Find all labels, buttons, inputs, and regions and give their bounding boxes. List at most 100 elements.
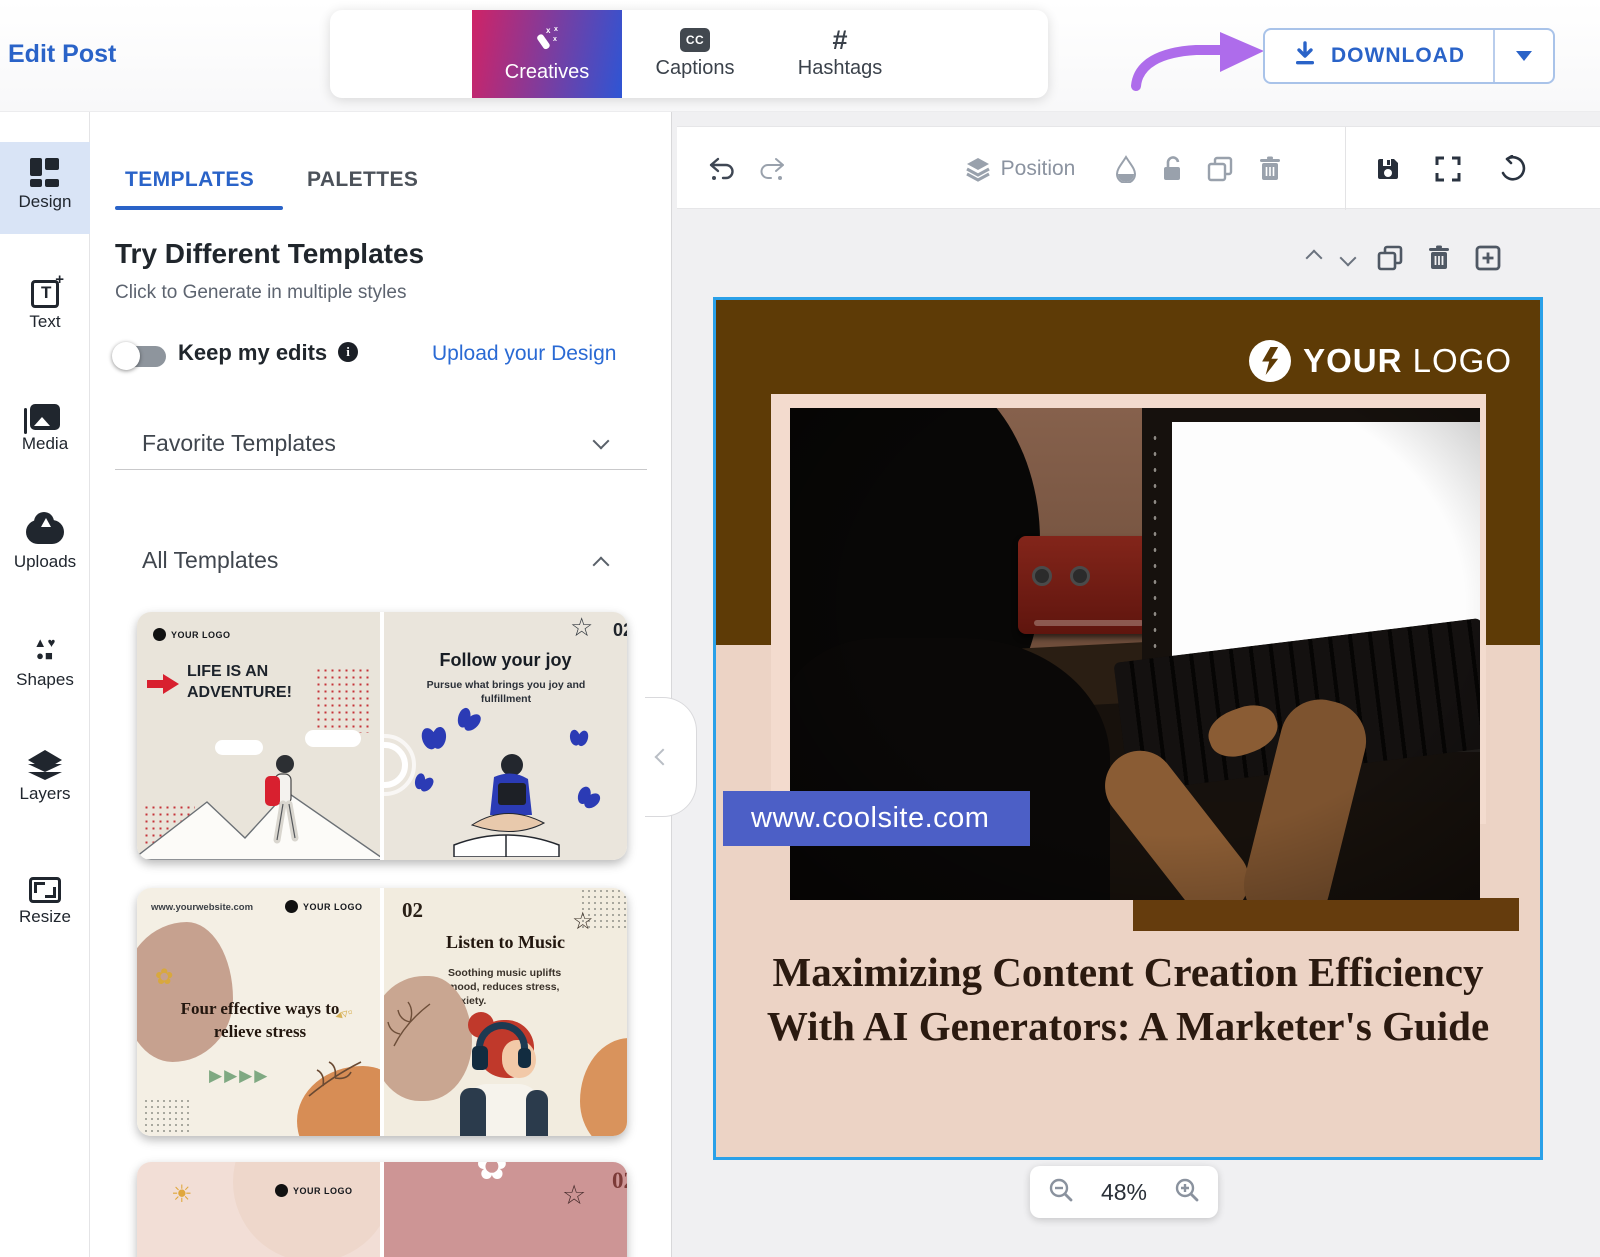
download-button[interactable]: DOWNLOAD (1263, 28, 1555, 84)
sidebar-item-label: Uploads (0, 552, 90, 572)
edit-post-link[interactable]: Edit Post (8, 40, 116, 69)
reader-butterflies-illustration (394, 707, 619, 857)
hiker-illustration (255, 752, 315, 857)
sidebar-item-design[interactable]: Design (0, 142, 90, 234)
sidebar-item-label: Layers (0, 784, 90, 804)
sidebar-item-text[interactable]: Text (0, 262, 90, 354)
template3-left: ☀ YOUR LOGO (137, 1162, 380, 1257)
download-main[interactable]: DOWNLOAD (1265, 30, 1493, 82)
mode-tab-bar: x x x Creatives CC Captions # Hashtags (330, 10, 1048, 98)
template-website: www.yourwebsite.com (151, 902, 253, 913)
redo-button[interactable] (749, 127, 795, 210)
upload-design-link[interactable]: Upload your Design (432, 342, 616, 366)
favorites-section-header[interactable]: Favorite Templates (142, 430, 336, 457)
shapes-icon: ▲♥●■ (0, 620, 90, 666)
dot-pattern (143, 1098, 193, 1132)
sidebar-item-uploads[interactable]: Uploads (0, 502, 90, 594)
template-thumbnail-3[interactable]: ☀ YOUR LOGO ✿ ☆ 02 (137, 1162, 627, 1257)
template-number: 02 (613, 620, 627, 641)
reset-button[interactable] (1489, 127, 1535, 210)
zoom-control: 48% (1030, 1166, 1218, 1218)
sidebar-item-shapes[interactable]: ▲♥●■ Shapes (0, 620, 90, 712)
design-logo: YOUR LOGO (1249, 340, 1512, 382)
chevron-down-icon[interactable] (593, 433, 610, 450)
delete-page-icon[interactable] (1426, 244, 1452, 272)
circle-shape (233, 1162, 380, 1257)
tab-hashtags[interactable]: # Hashtags (770, 10, 910, 98)
svg-text:x: x (554, 26, 558, 33)
lightning-bolt-icon (1249, 340, 1291, 382)
info-icon[interactable]: i (338, 342, 358, 362)
template2-left: www.yourwebsite.com YOUR LOGO ✿ ◂▿▫ Four… (137, 888, 380, 1136)
download-label: DOWNLOAD (1331, 44, 1465, 68)
position-button[interactable]: Position (955, 127, 1085, 210)
panel-subheading: Click to Generate in multiple styles (115, 282, 406, 304)
move-up-icon[interactable] (1306, 250, 1323, 267)
sidebar-item-label: Design (0, 192, 90, 212)
sidebar-item-resize[interactable]: Resize (0, 857, 90, 949)
chevron-down-icon (1516, 51, 1532, 61)
template-number: 02 (402, 898, 423, 923)
fullscreen-button[interactable] (1425, 127, 1471, 210)
green-chevrons: ▶▶▶▶ (209, 1066, 269, 1086)
tab-templates[interactable]: TEMPLATES (125, 168, 254, 192)
photo-accent-rect (1133, 898, 1519, 931)
panel-heading: Try Different Templates (115, 238, 424, 270)
star-icon: ☆ (572, 910, 594, 934)
chevron-up-icon[interactable] (593, 557, 610, 574)
zoom-level: 48% (1101, 1179, 1147, 1206)
resize-icon (0, 857, 90, 903)
media-image-icon (0, 384, 90, 430)
keep-edits-label: Keep my edits (178, 340, 327, 366)
template1-left: YOUR LOGO LIFE IS AN ADVENTURE! (137, 612, 380, 860)
template-thumbnail-1[interactable]: YOUR LOGO LIFE IS AN ADVENTURE! (137, 612, 627, 860)
save-button[interactable] (1365, 127, 1411, 210)
annotation-arrow (1120, 26, 1270, 92)
toolbar-divider (1345, 127, 1346, 210)
template-logo: YOUR LOGO (285, 900, 363, 913)
color-droplet-button[interactable] (1105, 127, 1147, 210)
unlock-button[interactable] (1151, 127, 1193, 210)
design-title-line1: Maximizing Content Creation Efficiency (716, 948, 1540, 996)
duplicate-page-icon[interactable] (1376, 244, 1404, 272)
zoom-in-button[interactable] (1174, 1177, 1200, 1208)
design-grid-icon (0, 142, 90, 188)
zoom-out-button[interactable] (1048, 1177, 1074, 1208)
sidebar-item-media[interactable]: Media (0, 384, 90, 476)
flower-icon: ✿ (155, 964, 173, 990)
design-canvas[interactable]: YOUR LOGO (713, 297, 1543, 1160)
move-down-icon[interactable] (1340, 250, 1357, 267)
top-bar: Edit Post x x x Creatives CC Captions # … (0, 0, 1600, 112)
template-heading: Follow your joy (384, 650, 627, 671)
sidebar-item-label: Resize (0, 907, 90, 927)
download-dropdown-button[interactable] (1495, 30, 1553, 82)
main-area: Design Text Media Uploads ▲♥●■ Shapes La… (0, 112, 1600, 1257)
undo-button[interactable] (699, 127, 745, 210)
cloud-upload-icon (0, 502, 90, 548)
section-divider (115, 469, 647, 470)
add-page-icon[interactable] (1474, 244, 1502, 272)
svg-text:x: x (553, 36, 557, 43)
duplicate-button[interactable] (1199, 127, 1241, 210)
tab-captions[interactable]: CC Captions (630, 10, 760, 98)
template-thumbnail-2[interactable]: www.yourwebsite.com YOUR LOGO ✿ ◂▿▫ Four… (137, 888, 627, 1136)
templates-panel: TEMPLATES PALETTES Try Different Templat… (90, 112, 672, 1257)
sidebar-item-label: Media (0, 434, 90, 454)
sidebar-item-layers[interactable]: Layers (0, 734, 90, 826)
sun-icon: ☀ (171, 1180, 193, 1209)
tab-creatives[interactable]: x x x Creatives (472, 10, 622, 98)
template2-right: 02 ☆ Listen to Music Soothing music upli… (384, 888, 627, 1136)
download-icon (1293, 41, 1317, 72)
template-number: 02 (612, 1168, 627, 1194)
keep-edits-toggle[interactable] (112, 342, 140, 370)
cloud-shape (305, 730, 361, 747)
magic-wand-icon: x x x (534, 25, 560, 56)
tab-palettes[interactable]: PALETTES (307, 168, 418, 192)
delete-button[interactable] (1249, 127, 1291, 210)
all-templates-section-header[interactable]: All Templates (142, 547, 278, 574)
panel-collapse-handle[interactable] (645, 697, 697, 817)
blob-shape (580, 1038, 627, 1136)
all-templates-label: All Templates (142, 547, 278, 573)
template1-right: ☆ 02 Follow your joy Pursue what brings … (384, 612, 627, 860)
website-banner: www.coolsite.com (723, 791, 1030, 846)
